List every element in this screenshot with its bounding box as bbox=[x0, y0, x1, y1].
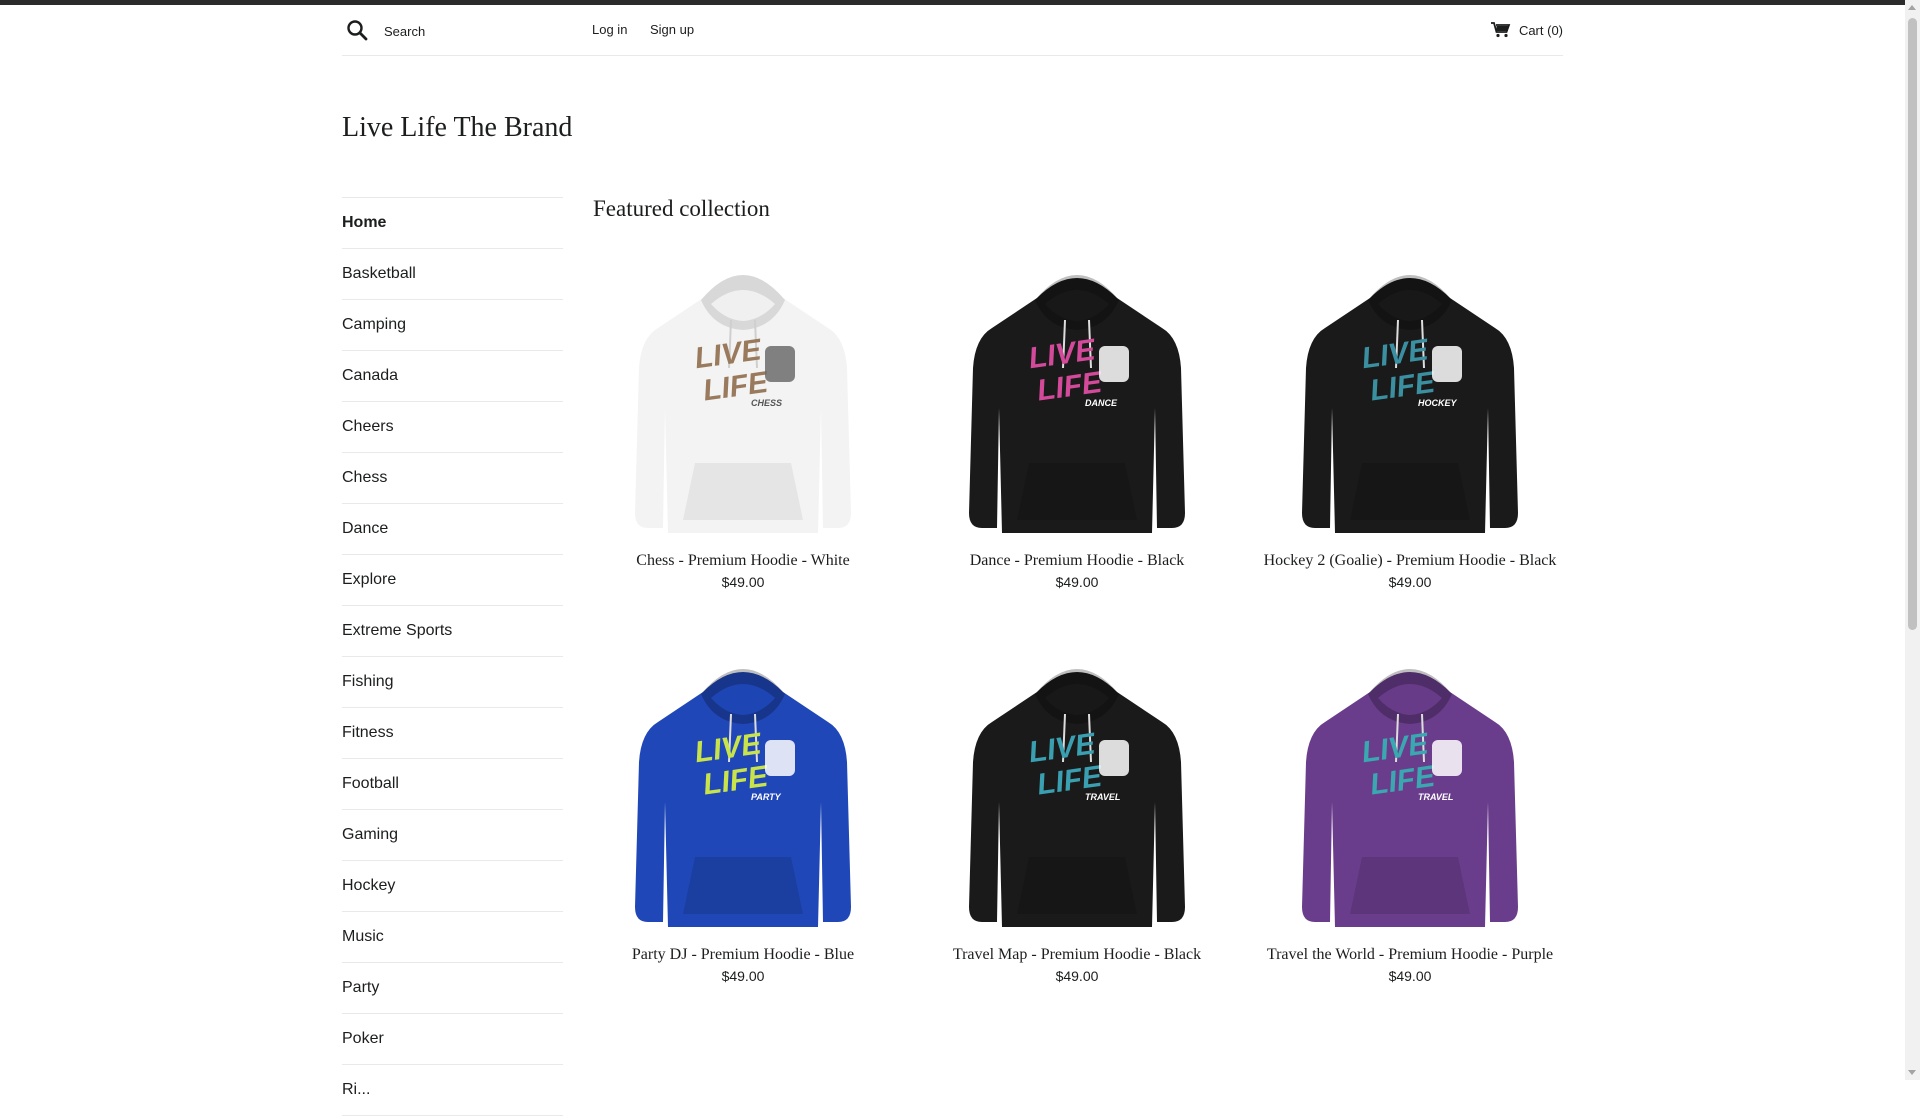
product-card[interactable]: LIVE LIFE TRAVEL Travel Map - Premium Ho… bbox=[927, 652, 1227, 984]
sidebar-item-fishing[interactable]: Fishing bbox=[342, 657, 563, 708]
sidebar-item-poker[interactable]: Poker bbox=[342, 1014, 563, 1065]
scroll-up-arrow-icon[interactable] bbox=[1908, 5, 1916, 10]
product-image[interactable]: LIVE LIFE TRAVEL bbox=[1260, 652, 1560, 942]
map-icon bbox=[1099, 740, 1129, 776]
signup-link[interactable]: Sign up bbox=[650, 22, 694, 37]
product-image[interactable]: LIVE LIFE HOCKEY bbox=[1260, 258, 1560, 548]
sidebar-item-cheers[interactable]: Cheers bbox=[342, 402, 563, 453]
product-image[interactable]: LIVE LIFE DANCE bbox=[927, 258, 1227, 548]
cart-icon bbox=[1490, 22, 1511, 38]
product-price: $49.00 bbox=[1055, 574, 1099, 590]
sidebar-item-hockey[interactable]: Hockey bbox=[342, 861, 563, 912]
chess-pieces-icon bbox=[765, 346, 795, 382]
page-scrollbar[interactable] bbox=[1905, 0, 1920, 1080]
sidebar-item-home[interactable]: Home bbox=[342, 198, 563, 249]
product-image[interactable]: LIVE LIFE CHESS bbox=[593, 258, 893, 548]
sidebar-item-music[interactable]: Music bbox=[342, 912, 563, 963]
product-card[interactable]: LIVE LIFE TRAVEL Travel the World - Prem… bbox=[1260, 652, 1560, 984]
product-name[interactable]: Travel Map - Premium Hoodie - Black bbox=[927, 944, 1227, 966]
cart-link[interactable]: Cart (0) bbox=[1490, 22, 1563, 38]
product-price: $49.00 bbox=[1388, 968, 1432, 984]
sidebar-item-extreme-sports[interactable]: Extreme Sports bbox=[342, 606, 563, 657]
world-icon bbox=[1432, 740, 1462, 776]
login-link[interactable]: Log in bbox=[592, 22, 627, 37]
product-name[interactable]: Party DJ - Premium Hoodie - Blue bbox=[593, 944, 893, 966]
sidebar-item-basketball[interactable]: Basketball bbox=[342, 249, 563, 300]
product-name[interactable]: Dance - Premium Hoodie - Black bbox=[927, 550, 1227, 572]
dj-icon bbox=[765, 740, 795, 776]
sidebar-item-gaming[interactable]: Gaming bbox=[342, 810, 563, 861]
brand-title[interactable]: Live Life The Brand bbox=[342, 108, 572, 148]
svg-text:HOCKEY: HOCKEY bbox=[1418, 398, 1458, 408]
search-icon[interactable] bbox=[346, 19, 372, 45]
cart-label: Cart (0) bbox=[1518, 22, 1563, 38]
product-image[interactable]: LIVE LIFE TRAVEL bbox=[927, 652, 1227, 942]
sidebar-item-party[interactable]: Party bbox=[342, 963, 563, 1014]
sidebar-item-canada[interactable]: Canada bbox=[342, 351, 563, 402]
svg-text:CHESS: CHESS bbox=[751, 398, 782, 408]
product-card[interactable]: LIVE LIFE CHESS Chess - Premium Hoodie -… bbox=[593, 258, 893, 590]
product-price: $49.00 bbox=[721, 574, 765, 590]
sidebar-item-ri[interactable]: Ri... bbox=[342, 1065, 563, 1116]
product-name[interactable]: Hockey 2 (Goalie) - Premium Hoodie - Bla… bbox=[1260, 550, 1560, 572]
search-input[interactable] bbox=[384, 19, 584, 43]
product-price: $49.00 bbox=[1388, 574, 1432, 590]
sidebar-item-dance[interactable]: Dance bbox=[342, 504, 563, 555]
svg-text:DANCE: DANCE bbox=[1085, 398, 1118, 408]
product-price: $49.00 bbox=[1055, 968, 1099, 984]
product-name[interactable]: Travel the World - Premium Hoodie - Purp… bbox=[1260, 944, 1560, 966]
product-price: $49.00 bbox=[721, 968, 765, 984]
sidebar-item-fitness[interactable]: Fitness bbox=[342, 708, 563, 759]
goalie-mask-icon bbox=[1432, 346, 1462, 382]
site-header: Log in Sign up Cart (0) bbox=[342, 5, 1563, 56]
sidebar-nav: Home Basketball Camping Canada Cheers Chess Da… bbox=[342, 197, 563, 1116]
product-card[interactable]: LIVE LIFE HOCKEY Hockey 2 (Goalie) - Pre… bbox=[1260, 258, 1560, 590]
svg-text:PARTY: PARTY bbox=[751, 792, 782, 802]
sidebar-item-chess[interactable]: Chess bbox=[342, 453, 563, 504]
featured-collection-title: Featured collection bbox=[593, 196, 770, 221]
product-card[interactable]: LIVE LIFE DANCE Dance - Premium Hoodie -… bbox=[927, 258, 1227, 590]
product-image[interactable]: LIVE LIFE PARTY bbox=[593, 652, 893, 942]
scroll-thumb[interactable] bbox=[1908, 18, 1917, 630]
sidebar-item-explore[interactable]: Explore bbox=[342, 555, 563, 606]
scroll-down-arrow-icon[interactable] bbox=[1908, 1070, 1916, 1075]
product-card[interactable]: LIVE LIFE PARTY Party DJ - Premium Hoodi… bbox=[593, 652, 893, 984]
dancer-icon bbox=[1099, 346, 1129, 382]
svg-text:TRAVEL: TRAVEL bbox=[1085, 792, 1120, 802]
svg-text:TRAVEL: TRAVEL bbox=[1418, 792, 1453, 802]
sidebar-item-camping[interactable]: Camping bbox=[342, 300, 563, 351]
product-name[interactable]: Chess - Premium Hoodie - White bbox=[593, 550, 893, 572]
sidebar-item-football[interactable]: Football bbox=[342, 759, 563, 810]
